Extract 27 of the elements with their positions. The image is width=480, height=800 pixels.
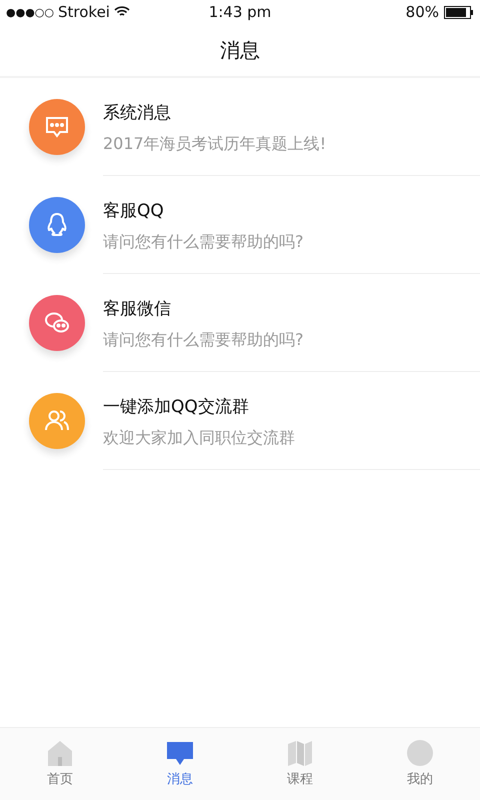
clock-time: 1:43 pm bbox=[208, 3, 272, 21]
message-preview: 请问您有什么需要帮助的吗? bbox=[103, 330, 304, 350]
signal-strength: ●●●○○ bbox=[6, 6, 54, 18]
tab-item[interactable]: 课程 bbox=[240, 728, 360, 800]
tab-item[interactable]: 我的 bbox=[360, 728, 480, 800]
message-title[interactable]: 客服微信 bbox=[103, 296, 480, 320]
tab-item[interactable]: 消息 bbox=[120, 728, 240, 800]
tab-label: 我的 bbox=[407, 771, 433, 788]
tab-label: 课程 bbox=[287, 771, 313, 788]
battery-percent: 80% bbox=[406, 3, 439, 21]
house-icon bbox=[47, 740, 73, 766]
message-title[interactable]: 系统消息 bbox=[103, 100, 480, 124]
message-title[interactable]: 一键添加QQ交流群 bbox=[103, 394, 480, 418]
message-preview: 请问您有什么需要帮助的吗? bbox=[103, 232, 304, 252]
battery-icon bbox=[444, 6, 474, 18]
message-preview: 2017年海员考试历年真题上线! bbox=[103, 134, 328, 154]
message-preview: 欢迎大家加入同职位交流群 bbox=[103, 428, 296, 448]
person-icon bbox=[407, 740, 433, 766]
message-icon bbox=[167, 740, 193, 766]
tab-item[interactable]: 首页 bbox=[0, 728, 120, 800]
wifi-icon bbox=[114, 6, 130, 18]
tab-label: 消息 bbox=[167, 771, 193, 788]
tab-label: 首页 bbox=[47, 771, 73, 788]
message-title[interactable]: 客服QQ bbox=[103, 198, 480, 222]
book-icon bbox=[287, 740, 313, 766]
carrier-name: Strokei bbox=[58, 3, 110, 21]
page-title: 消息 bbox=[220, 36, 260, 64]
